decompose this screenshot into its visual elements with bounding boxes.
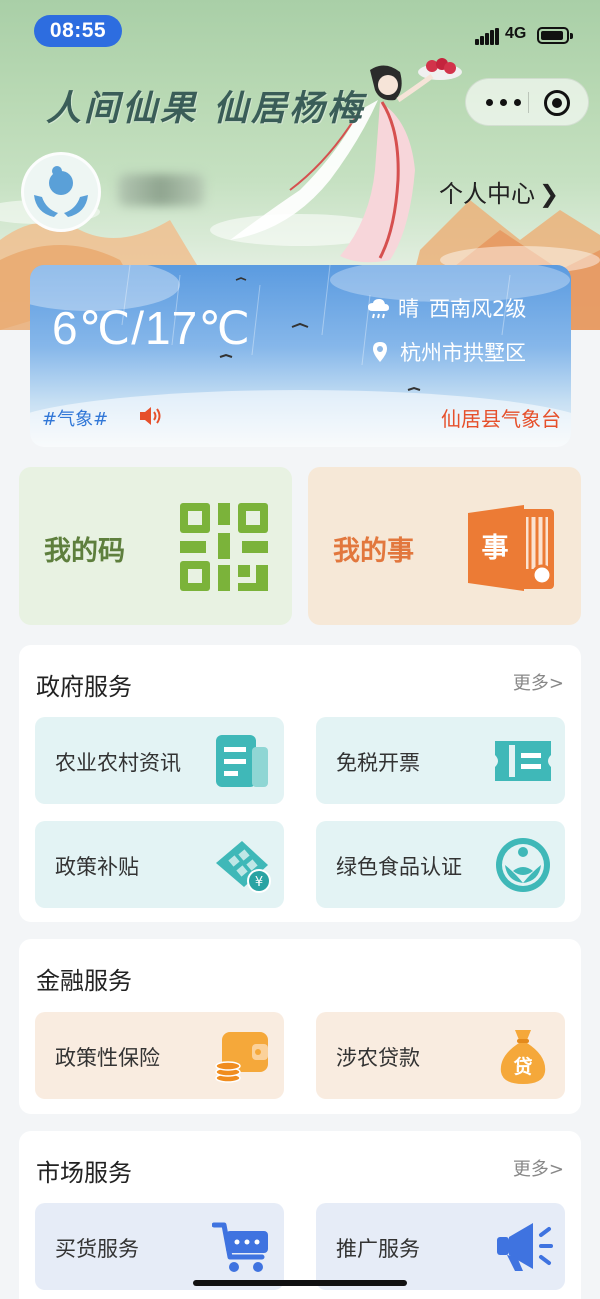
finance-services-section: 金融服务 政策性保险 涉农贷款 贷 [19, 939, 581, 1114]
username-blurred [118, 174, 204, 206]
capsule-divider [528, 92, 529, 113]
market-services-section: 市场服务 更多> 买货服务 推广服务 [19, 1131, 581, 1299]
temperature-range: 6℃/17℃ [52, 302, 251, 354]
more-dots-icon[interactable] [482, 79, 526, 125]
government-services-section: 政府服务 更多> 农业农村资讯 免税开票 政策补贴 ¥ 绿色食品认证 [19, 645, 581, 922]
chevron-right-icon: ❯ [539, 180, 560, 208]
more-link[interactable]: 更多> [513, 669, 564, 695]
weather-wind: 西南风2级 [429, 297, 527, 321]
avatar[interactable] [21, 152, 101, 232]
my-code-label: 我的码 [44, 536, 125, 567]
tile-agri-news[interactable]: 农业农村资讯 [35, 717, 284, 804]
tile-policy-insurance[interactable]: 政策性保险 [35, 1012, 284, 1099]
weather-location: 杭州市拱墅区 [400, 341, 526, 365]
location-pin-icon [373, 342, 387, 362]
svg-text:¥: ¥ [255, 875, 263, 890]
ticket-icon [495, 741, 551, 781]
subsidy-yuan-icon: ¥ [216, 841, 271, 893]
personal-center-label: 个人中心 [439, 180, 535, 208]
tile-label: 农业农村资讯 [55, 751, 181, 775]
cloud-rain-icon [368, 299, 389, 319]
weather-station: 仙居县气象台 [441, 407, 561, 431]
section-title: 政府服务 [36, 673, 132, 701]
slogan-calligraphy: 人间仙果 仙居杨梅 [46, 88, 366, 129]
tile-label: 涉农贷款 [336, 1046, 420, 1070]
hands-holding-fruit-icon [34, 166, 88, 217]
loan-icon-text: 贷 [513, 1055, 532, 1078]
my-code-card[interactable]: 我的码 [19, 467, 292, 625]
close-target-icon[interactable] [544, 90, 570, 116]
tile-label: 买货服务 [55, 1237, 139, 1261]
tile-purchase-service[interactable]: 买货服务 [35, 1203, 284, 1290]
status-time: 08:55 [34, 15, 122, 47]
tile-label: 推广服务 [336, 1237, 420, 1261]
fairy-illustration [230, 58, 462, 263]
affairs-icon-text: 事 [482, 533, 509, 564]
my-affairs-label: 我的事 [333, 536, 414, 567]
my-affairs-card[interactable]: 我的事 事 [308, 467, 581, 625]
qr-code-icon [180, 503, 268, 591]
tile-label: 绿色食品认证 [336, 855, 462, 879]
miniprogram-capsule [465, 78, 589, 126]
status-bar: 08:55 4G [0, 0, 600, 60]
tile-tax-free-invoice[interactable]: 免税开票 [316, 717, 565, 804]
tile-promotion-service[interactable]: 推广服务 [316, 1203, 565, 1290]
megaphone-icon [497, 1223, 553, 1271]
network-type: 4G [505, 25, 527, 42]
weather-location-row: 杭州市拱墅区 [368, 337, 526, 367]
tile-policy-subsidy[interactable]: 政策补贴 ¥ [35, 821, 284, 908]
more-link[interactable]: 更多> [513, 1155, 564, 1181]
affairs-document-icon: 事 [468, 505, 554, 591]
money-bag-icon: 贷 [500, 1030, 546, 1084]
tile-green-food-cert[interactable]: 绿色食品认证 [316, 821, 565, 908]
green-food-cert-icon [496, 838, 550, 892]
speaker-icon[interactable] [138, 405, 164, 427]
shopping-cart-icon [212, 1222, 268, 1272]
tile-label: 免税开票 [336, 751, 420, 775]
tile-agri-loan[interactable]: 涉农贷款 贷 [316, 1012, 565, 1099]
weather-tag[interactable]: #气象# [42, 405, 108, 431]
tile-label: 政策补贴 [55, 855, 139, 879]
wallet-coins-icon [215, 1032, 268, 1083]
weather-condition-row: 晴 西南风2级 [366, 293, 526, 323]
home-indicator[interactable] [193, 1280, 407, 1286]
section-title: 金融服务 [36, 967, 132, 995]
weather-card[interactable]: 6℃/17℃ 晴 西南风2级 杭州市拱墅区 #气象# 仙居县气象台 [30, 265, 571, 447]
personal-center-link[interactable]: 个人中心 ❯ [439, 174, 559, 209]
tile-label: 政策性保险 [55, 1046, 160, 1070]
section-title: 市场服务 [36, 1159, 132, 1187]
signal-icon [475, 28, 499, 45]
weather-condition: 晴 [398, 297, 419, 321]
news-document-icon [216, 735, 268, 787]
battery-icon [537, 27, 573, 44]
